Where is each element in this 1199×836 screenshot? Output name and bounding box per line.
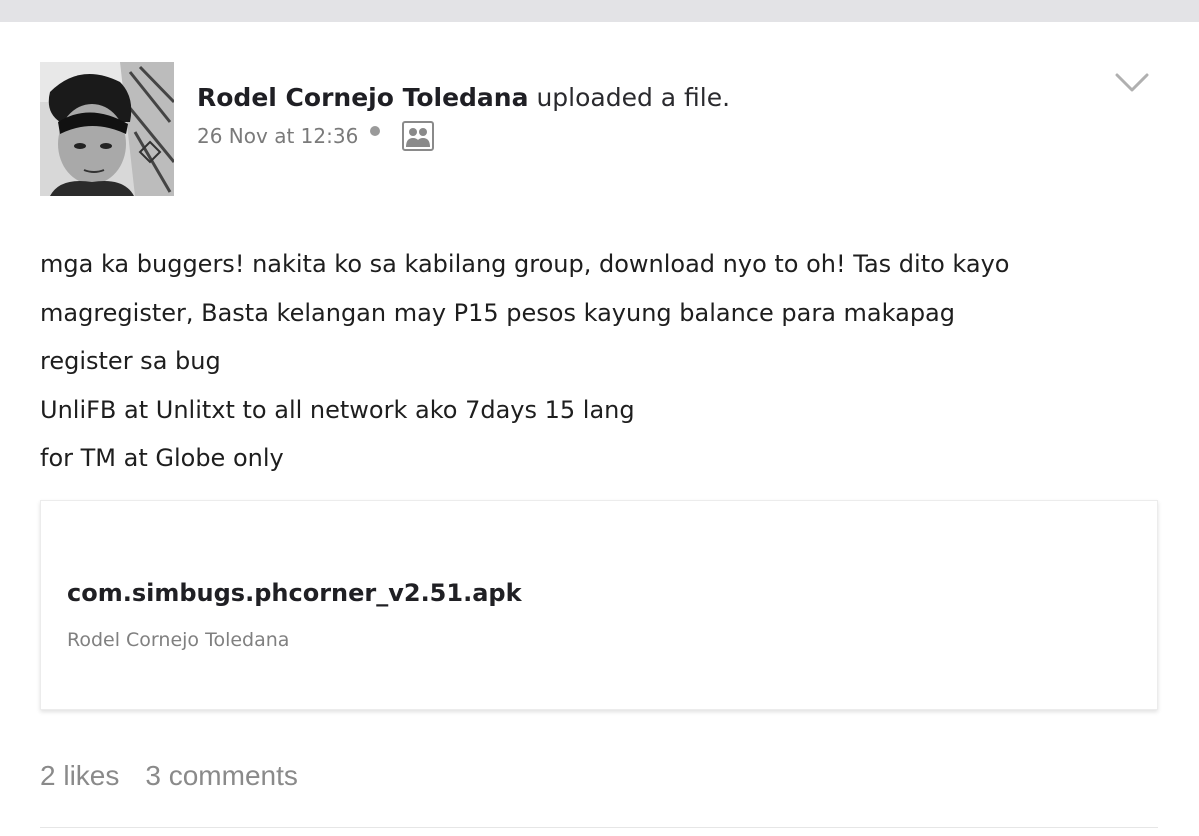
avatar[interactable] xyxy=(40,62,174,196)
comments-count[interactable]: 3 comments xyxy=(145,760,298,791)
post-body-line: mga ka buggers! nakita ko sa kabilang gr… xyxy=(40,250,1010,278)
chevron-down-icon[interactable] xyxy=(1115,72,1149,94)
author-name[interactable]: Rodel Cornejo Toledana xyxy=(197,83,528,112)
separator-dot xyxy=(370,126,381,136)
top-strip xyxy=(0,0,1199,22)
timestamp[interactable]: 26 Nov at 12:36 xyxy=(197,124,358,148)
post-meta: 26 Nov at 12:36 xyxy=(197,120,730,152)
divider xyxy=(40,827,1158,828)
post-action: uploaded a file. xyxy=(536,83,731,112)
avatar-photo xyxy=(40,62,174,196)
post-stats: 2 likes 3 comments xyxy=(40,760,298,792)
post-body: mga ka buggers! nakita ko sa kabilang gr… xyxy=(40,240,1150,483)
post-body-line: magregister, Basta kelangan may P15 peso… xyxy=(40,298,955,327)
post-card: Rodel Cornejo Toledana uploaded a file. … xyxy=(0,22,1199,836)
friends-icon[interactable] xyxy=(402,121,435,151)
post-header: Rodel Cornejo Toledana uploaded a file. xyxy=(197,80,730,116)
post-body-line: for TM at Globe only xyxy=(40,444,284,472)
post-body-line: register sa bug xyxy=(40,347,221,375)
file-name[interactable]: com.simbugs.phcorner_v2.51.apk xyxy=(67,579,522,607)
file-owner: Rodel Cornejo Toledana xyxy=(67,629,290,651)
likes-count[interactable]: 2 likes xyxy=(40,760,119,791)
file-attachment[interactable]: com.simbugs.phcorner_v2.51.apk Rodel Cor… xyxy=(40,500,1158,710)
post-body-line: UnliFB at Unlitxt to all network ako 7da… xyxy=(40,395,635,424)
